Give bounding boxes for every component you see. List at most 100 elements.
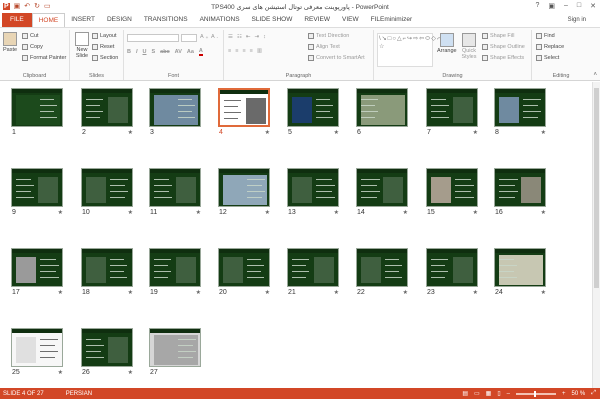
tab-transitions[interactable]: TRANSITIONS	[138, 13, 194, 27]
maximize-button[interactable]: □	[577, 2, 581, 10]
bold-icon[interactable]: B	[127, 49, 131, 55]
slide-thumbnail-5[interactable]: 5 ★	[287, 88, 339, 136]
transition-star-icon[interactable]: ★	[128, 369, 133, 376]
zoom-in-icon[interactable]: +	[562, 391, 566, 397]
transition-star-icon[interactable]: ★	[58, 369, 63, 376]
align-text-button[interactable]: Align Text	[308, 44, 340, 50]
slide-thumbnail-2[interactable]: 2 ★	[81, 88, 133, 136]
copy-button[interactable]: Copy	[22, 44, 43, 50]
paste-button[interactable]: Paste	[3, 32, 17, 53]
transition-star-icon[interactable]: ★	[128, 209, 133, 216]
transition-star-icon[interactable]: ★	[541, 129, 546, 136]
format-painter-button[interactable]: Format Painter	[22, 55, 66, 61]
align-center-icon[interactable]: ≡	[235, 48, 238, 54]
cut-button[interactable]: Cut	[22, 33, 39, 39]
transition-star-icon[interactable]: ★	[334, 209, 339, 216]
notes-icon[interactable]: ▤	[462, 390, 468, 397]
reading-view-icon[interactable]: ▯	[497, 390, 500, 397]
slide-thumbnail-13[interactable]: 13 ★	[287, 168, 339, 216]
font-color-icon[interactable]: A	[198, 48, 203, 56]
slide-thumbnail-10[interactable]: 10 ★	[81, 168, 133, 216]
slide-thumbnail-15[interactable]: 15 ★	[426, 168, 478, 216]
language-indicator[interactable]: PERSIAN	[66, 391, 92, 397]
transition-star-icon[interactable]: ★	[473, 129, 478, 136]
tab-slide-show[interactable]: SLIDE SHOW	[246, 13, 299, 27]
slide-thumbnail-9[interactable]: 9 ★	[11, 168, 63, 216]
save-icon[interactable]: ▣	[14, 3, 21, 10]
transition-star-icon[interactable]: ★	[403, 289, 408, 296]
shape-outline-button[interactable]: Shape Outline	[482, 44, 525, 50]
text-direction-button[interactable]: Text Direction	[308, 33, 349, 39]
decrease-indent-icon[interactable]: ⇤	[246, 34, 251, 40]
slide-thumbnail-3[interactable]: 3	[149, 88, 201, 136]
normal-view-icon[interactable]: ▭	[474, 390, 480, 397]
shape-effects-button[interactable]: Shape Effects	[482, 55, 524, 61]
convert-smartart-button[interactable]: Convert to SmartArt	[308, 55, 365, 61]
transition-star-icon[interactable]: ★	[265, 209, 270, 216]
reset-button[interactable]: Reset	[92, 44, 114, 50]
change-case-icon[interactable]: Aa	[187, 49, 194, 55]
undo-icon[interactable]: ↶	[24, 3, 30, 10]
slide-thumbnail-12[interactable]: 12 ★	[218, 168, 270, 216]
slide-thumbnail-25[interactable]: 25 ★	[11, 328, 63, 376]
tab-insert[interactable]: INSERT	[65, 13, 101, 27]
tab-view[interactable]: VIEW	[336, 13, 365, 27]
section-button[interactable]: Section	[92, 55, 118, 61]
select-button[interactable]: Select	[536, 55, 559, 61]
slideshow-icon[interactable]: ▭	[44, 3, 51, 10]
grow-font-icon[interactable]: A +	[200, 34, 208, 40]
slide-thumbnail-27[interactable]: 27	[149, 328, 201, 376]
transition-star-icon[interactable]: ★	[473, 289, 478, 296]
fit-slide-icon[interactable]: ⤢	[591, 390, 596, 397]
transition-star-icon[interactable]: ★	[128, 129, 133, 136]
transition-star-icon[interactable]: ★	[473, 209, 478, 216]
slide-thumbnail-6[interactable]: 6	[356, 88, 408, 136]
slide-thumbnail-8[interactable]: 8 ★	[494, 88, 546, 136]
align-left-icon[interactable]: ≡	[228, 48, 231, 54]
tab-file[interactable]: FILE	[2, 13, 32, 27]
replace-button[interactable]: Replace	[536, 44, 564, 50]
align-right-icon[interactable]: ≡	[242, 48, 245, 54]
help-button[interactable]: ?	[535, 2, 539, 10]
scrollbar-thumb[interactable]	[594, 88, 599, 288]
tab-home[interactable]: HOME	[31, 13, 66, 27]
shadow-icon[interactable]: S	[152, 49, 156, 55]
character-spacing-icon[interactable]: AV	[175, 49, 182, 55]
new-slide-button[interactable]: New Slide	[73, 32, 91, 59]
shape-fill-button[interactable]: Shape Fill	[482, 33, 514, 39]
underline-icon[interactable]: U	[143, 49, 147, 55]
slide-thumbnail-7[interactable]: 7 ★	[426, 88, 478, 136]
font-size-combo[interactable]	[181, 34, 197, 42]
slide-thumbnail-11[interactable]: 11 ★	[149, 168, 201, 216]
slide-thumbnail-17[interactable]: 17 ★	[11, 248, 63, 296]
slide-thumbnail-24[interactable]: 24 ★	[494, 248, 546, 296]
transition-star-icon[interactable]: ★	[403, 209, 408, 216]
slide-thumbnail-16[interactable]: 16 ★	[494, 168, 546, 216]
slide-thumbnail-22[interactable]: 22 ★	[356, 248, 408, 296]
vertical-scrollbar[interactable]	[592, 82, 600, 388]
transition-star-icon[interactable]: ★	[128, 289, 133, 296]
shrink-font-icon[interactable]: A-	[211, 34, 218, 40]
tab-review[interactable]: REVIEW	[298, 13, 336, 27]
slide-thumbnail-20[interactable]: 20 ★	[218, 248, 270, 296]
slide-thumbnail-26[interactable]: 26 ★	[81, 328, 133, 376]
redo-icon[interactable]: ↻	[34, 3, 40, 10]
transition-star-icon[interactable]: ★	[196, 209, 201, 216]
slide-thumbnail-23[interactable]: 23 ★	[426, 248, 478, 296]
slide-thumbnail-14[interactable]: 14 ★	[356, 168, 408, 216]
slide-thumbnail-21[interactable]: 21 ★	[287, 248, 339, 296]
italic-icon[interactable]: I	[136, 49, 138, 55]
slide-thumbnail-4[interactable]: 4 ★	[218, 88, 270, 136]
tab-fileminimizer[interactable]: FILEminimizer	[365, 13, 419, 27]
numbering-icon[interactable]: ☷	[237, 34, 242, 40]
transition-star-icon[interactable]: ★	[334, 289, 339, 296]
minimize-button[interactable]: –	[564, 2, 568, 10]
transition-star-icon[interactable]: ★	[58, 289, 63, 296]
arrange-button[interactable]: Arrange	[437, 33, 457, 54]
zoom-out-icon[interactable]: –	[507, 391, 510, 397]
transition-star-icon[interactable]: ★	[58, 209, 63, 216]
sign-in-link[interactable]: Sign in	[568, 13, 586, 27]
tab-design[interactable]: DESIGN	[101, 13, 138, 27]
layout-button[interactable]: Layout	[92, 33, 117, 39]
collapse-ribbon-icon[interactable]: ˄	[593, 72, 597, 78]
